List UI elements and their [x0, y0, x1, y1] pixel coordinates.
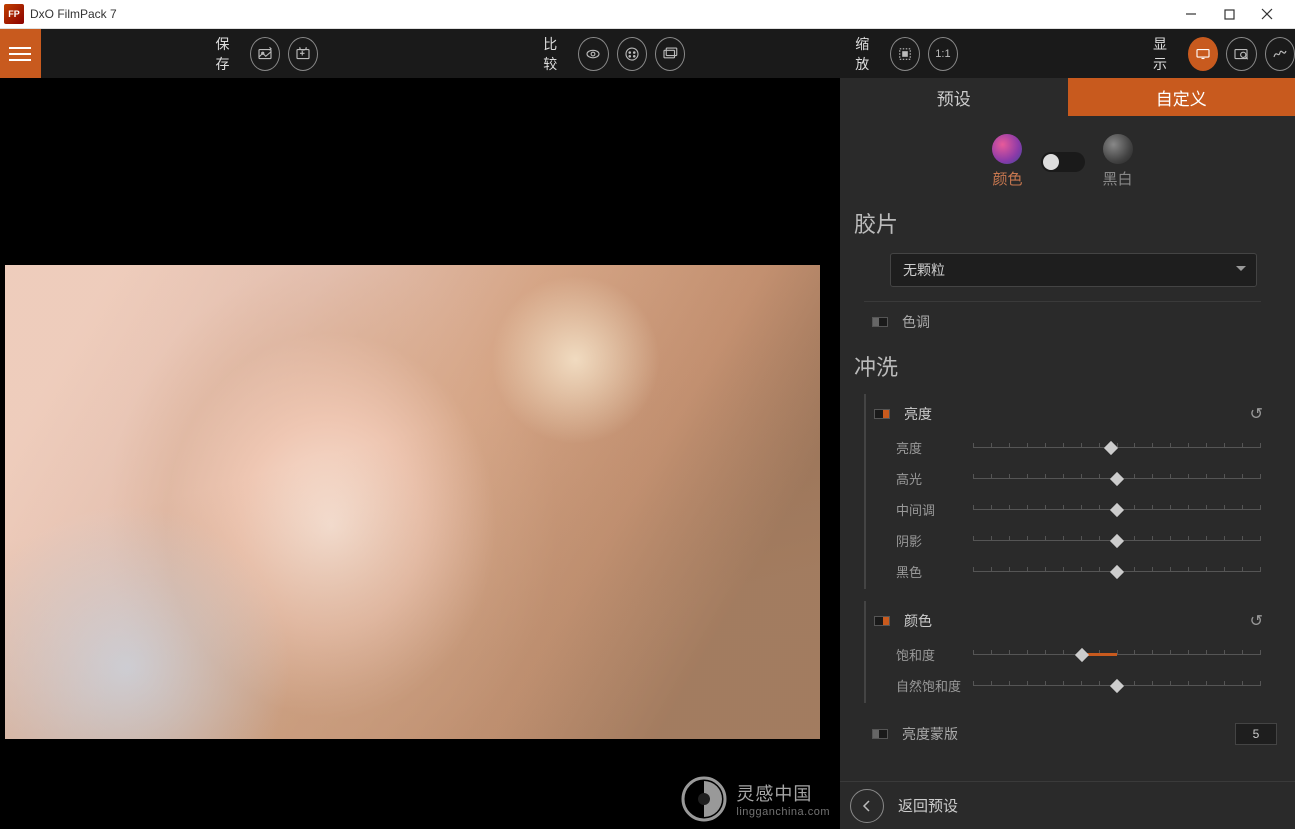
titlebar: FP DxO FilmPack 7 — [0, 0, 1295, 29]
save-label: 保存 — [216, 34, 241, 74]
grain-dropdown[interactable]: 无颗粒 — [890, 253, 1257, 287]
tone-label: 色调 — [902, 312, 930, 332]
mode-color[interactable]: 颜色 — [992, 134, 1022, 189]
back-label: 返回预设 — [898, 795, 958, 816]
brightness-title: 亮度 — [904, 404, 932, 424]
slider-label-shadows: 阴影 — [896, 531, 961, 550]
compare-label: 比较 — [543, 34, 568, 74]
tone-checkbox[interactable] — [872, 317, 888, 327]
display-navigator-button[interactable] — [1226, 37, 1256, 71]
app-icon: FP — [4, 4, 24, 24]
watermark-cn: 灵感中国 — [736, 780, 830, 806]
image-viewer[interactable]: 灵感中国 lingganchina.com — [0, 78, 840, 829]
tab-preset[interactable]: 预设 — [840, 78, 1068, 116]
mask-checkbox[interactable] — [872, 729, 888, 739]
slider-saturation[interactable] — [973, 646, 1261, 664]
slider-shadows[interactable] — [973, 532, 1261, 550]
compare-preview-button[interactable] — [578, 37, 608, 71]
brightness-checkbox[interactable] — [874, 409, 890, 419]
save-image-button[interactable] — [250, 37, 280, 71]
mode-bw[interactable]: 黑白 — [1103, 134, 1133, 189]
slider-label-vibrance: 自然饱和度 — [896, 676, 961, 695]
mask-label: 亮度蒙版 — [902, 724, 958, 744]
slider-label-saturation: 饱和度 — [896, 645, 961, 664]
slider-midtones[interactable] — [973, 501, 1261, 519]
slider-label-blacks: 黑色 — [896, 562, 961, 581]
slider-brightness[interactable] — [973, 439, 1261, 457]
section-develop: 冲洗 — [840, 342, 1285, 390]
back-button[interactable] — [850, 789, 884, 823]
main-toolbar: 保存 比较 缩放 1:1 显示 — [0, 29, 1295, 78]
compare-split-button[interactable] — [617, 37, 647, 71]
watermark-en: lingganchina.com — [736, 806, 830, 818]
slider-label-brightness: 亮度 — [896, 438, 961, 457]
mode-toggle[interactable] — [1041, 152, 1085, 172]
slider-blacks[interactable] — [973, 563, 1261, 581]
zoom-label: 缩放 — [855, 34, 880, 74]
section-film: 胶片 — [840, 199, 1285, 247]
watermark-logo-icon — [680, 775, 728, 823]
display-label: 显示 — [1153, 34, 1178, 74]
preview-image — [5, 265, 820, 739]
minimize-button[interactable] — [1181, 4, 1201, 24]
zoom-fit-button[interactable] — [890, 37, 920, 71]
zoom-actual-button[interactable]: 1:1 — [928, 37, 958, 71]
slider-vibrance[interactable] — [973, 677, 1261, 695]
display-single-button[interactable] — [1188, 37, 1218, 71]
color-title: 颜色 — [904, 611, 932, 631]
export-button[interactable] — [288, 37, 318, 71]
slider-label-midtones: 中间调 — [896, 500, 961, 519]
slider-label-highlights: 高光 — [896, 469, 961, 488]
right-panel: 预设 自定义 颜色 黑白 胶片 无颗粒 色调 冲 — [840, 78, 1295, 829]
close-button[interactable] — [1257, 4, 1277, 24]
slider-highlights[interactable] — [973, 470, 1261, 488]
mask-value[interactable]: 5 — [1235, 723, 1277, 745]
app-title: DxO FilmPack 7 — [30, 7, 1181, 21]
display-histogram-button[interactable] — [1265, 37, 1295, 71]
brightness-reset-icon[interactable]: ↺ — [1250, 404, 1263, 424]
watermark: 灵感中国 lingganchina.com — [680, 775, 830, 823]
compare-side-button[interactable] — [655, 37, 685, 71]
maximize-button[interactable] — [1219, 4, 1239, 24]
menu-button[interactable] — [0, 29, 41, 78]
color-checkbox[interactable] — [874, 616, 890, 626]
color-reset-icon[interactable]: ↺ — [1250, 611, 1263, 631]
tab-custom[interactable]: 自定义 — [1068, 78, 1295, 116]
